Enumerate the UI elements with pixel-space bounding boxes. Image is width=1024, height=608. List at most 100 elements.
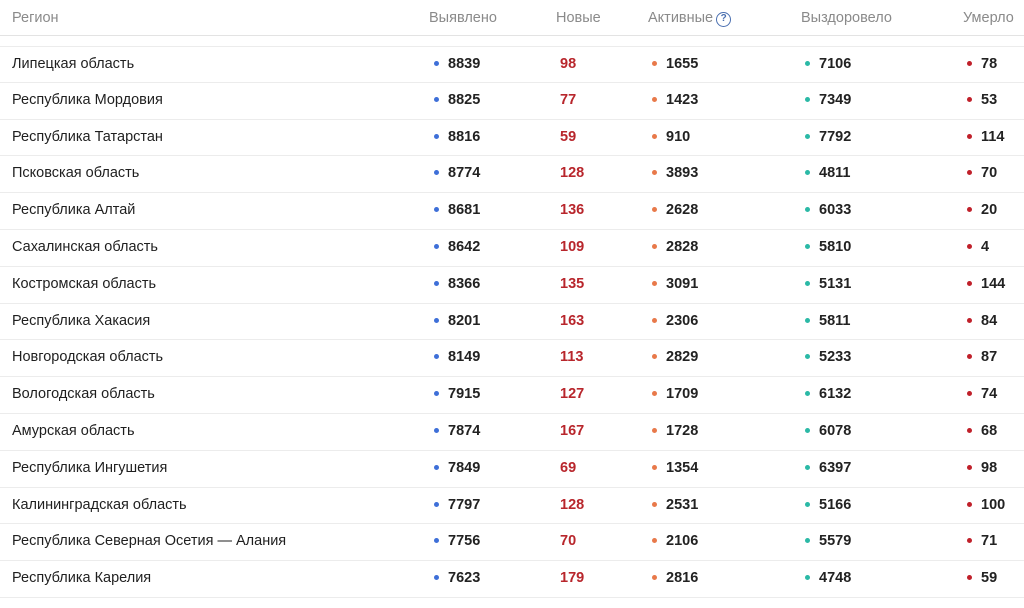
region-name[interactable]: Амурская область: [12, 423, 135, 439]
region-name[interactable]: Сахалинская область: [12, 239, 158, 255]
help-icon[interactable]: ?: [716, 12, 732, 27]
active-cell: 2106: [652, 533, 698, 549]
deaths-dot-icon: [967, 243, 972, 249]
table-row[interactable]: Республика Татарстан 8816 59 910 7792 11…: [0, 120, 1024, 157]
table-row[interactable]: Республика Хакасия 8201 163 2306 5811 84: [0, 304, 1024, 341]
deaths-value: 74: [981, 386, 998, 403]
recovered-cell: 5131: [805, 276, 851, 292]
header-deaths[interactable]: Умерло: [963, 10, 1014, 26]
recovered-dot-icon: [805, 354, 810, 360]
table-row[interactable]: Псковская область 8774 128 3893 4811 70: [0, 156, 1024, 194]
table-row[interactable]: Новгородская область 8149 113 2829 5233 …: [0, 340, 1024, 378]
table-row[interactable]: Сахалинская область 8642 109 2828 5810 4: [0, 230, 1024, 267]
region-name[interactable]: Вологодская область: [12, 386, 155, 402]
found-cell: 7874: [434, 423, 480, 439]
active-cell: 1423: [652, 92, 698, 108]
found-cell: 8681: [434, 202, 480, 218]
active-cell: 1354: [652, 460, 698, 476]
header-active: Активные?: [648, 10, 732, 27]
recovered-value: 7349: [819, 91, 852, 108]
region-name[interactable]: Псковская область: [12, 165, 139, 181]
active-dot-icon: [652, 575, 657, 581]
active-dot-icon: [652, 133, 657, 139]
active-dot-icon: [652, 317, 657, 323]
region-name[interactable]: Республика Мордовия: [12, 92, 163, 108]
header-recovered[interactable]: Выздоровело: [801, 10, 892, 26]
new-value: 179: [560, 570, 585, 587]
header-active-label[interactable]: Активные: [648, 10, 713, 26]
table-row[interactable]: Костромская область 8366 135 3091 5131 1…: [0, 267, 1024, 304]
new-cell: 109: [560, 239, 584, 255]
found-dot-icon: [434, 427, 439, 433]
region-name[interactable]: Республика Карелия: [12, 570, 151, 586]
recovered-cell: 5166: [805, 497, 851, 513]
table-row[interactable]: Республика Мордовия 8825 77 1423 7349 53: [0, 83, 1024, 120]
new-value: 163: [560, 312, 585, 329]
region-name[interactable]: Калининградская область: [12, 497, 187, 513]
found-dot-icon: [434, 575, 439, 581]
table-row[interactable]: Калининградская область 7797 128 2531 51…: [0, 488, 1024, 525]
active-cell: 2306: [652, 313, 698, 329]
table-row[interactable]: Республика Ингушетия 7849 69 1354 6397 9…: [0, 451, 1024, 488]
region-name[interactable]: Костромская область: [12, 276, 156, 292]
region-name[interactable]: Республика Ингушетия: [12, 460, 167, 476]
deaths-value: 4: [981, 238, 990, 255]
deaths-cell: 98: [967, 460, 997, 476]
found-value: 8149: [448, 349, 481, 366]
header-region[interactable]: Регион: [12, 10, 59, 26]
active-dot-icon: [652, 391, 657, 397]
table-row[interactable]: Липецкая область 8839 98 1655 7106 78: [0, 46, 1024, 83]
recovered-dot-icon: [805, 280, 810, 286]
found-dot-icon: [434, 354, 439, 360]
found-value: 8366: [448, 275, 481, 292]
active-value: 1354: [666, 459, 699, 476]
found-cell: 7915: [434, 386, 480, 402]
table-row[interactable]: Республика Северная Осетия — Алания 7756…: [0, 524, 1024, 562]
recovered-cell: 6132: [805, 386, 851, 402]
found-dot-icon: [434, 96, 439, 102]
region-name[interactable]: Республика Татарстан: [12, 129, 163, 145]
deaths-dot-icon: [967, 391, 972, 397]
region-name[interactable]: Республика Хакасия: [12, 313, 150, 329]
header-new[interactable]: Новые: [556, 10, 601, 26]
recovered-dot-icon: [805, 501, 810, 507]
deaths-dot-icon: [967, 207, 972, 213]
new-value: 128: [560, 165, 585, 182]
table-row[interactable]: Республика Карелия 7623 179 2816 4748 59: [0, 561, 1024, 598]
active-value: 3893: [666, 165, 699, 182]
deaths-value: 100: [981, 496, 1006, 513]
found-dot-icon: [434, 61, 439, 66]
deaths-cell: 59: [967, 570, 997, 586]
active-dot-icon: [652, 538, 657, 544]
found-cell: 8642: [434, 239, 480, 255]
table-row[interactable]: Вологодская область 7915 127 1709 6132 7…: [0, 377, 1024, 414]
active-value: 1709: [666, 386, 699, 403]
deaths-dot-icon: [967, 501, 972, 507]
region-name[interactable]: Республика Алтай: [12, 202, 135, 218]
recovered-dot-icon: [805, 96, 810, 102]
region-name[interactable]: Новгородская область: [12, 349, 163, 365]
found-cell: 8839: [434, 56, 480, 72]
region-name[interactable]: Липецкая область: [12, 56, 134, 72]
new-value: 167: [560, 422, 585, 439]
recovered-value: 4811: [819, 165, 851, 182]
deaths-dot-icon: [967, 317, 972, 323]
region-name[interactable]: Республика Северная Осетия — Алания: [12, 533, 286, 549]
new-value: 127: [560, 386, 585, 403]
found-cell: 7849: [434, 460, 480, 476]
recovered-cell: 6397: [805, 460, 851, 476]
recovered-value: 6132: [819, 386, 852, 403]
header-found[interactable]: Выявлено: [429, 10, 497, 26]
active-cell: 1655: [652, 56, 698, 72]
recovered-value: 5811: [819, 312, 851, 329]
active-dot-icon: [652, 501, 657, 507]
recovered-value: 5810: [819, 238, 852, 255]
table-row[interactable]: Амурская область 7874 167 1728 6078 68: [0, 414, 1024, 451]
new-cell: 59: [560, 129, 576, 145]
found-value: 8839: [448, 56, 481, 72]
deaths-value: 84: [981, 312, 998, 329]
new-value: 136: [560, 202, 585, 219]
active-dot-icon: [652, 96, 657, 102]
deaths-value: 70: [981, 165, 998, 182]
table-row[interactable]: Республика Алтай 8681 136 2628 6033 20: [0, 193, 1024, 230]
